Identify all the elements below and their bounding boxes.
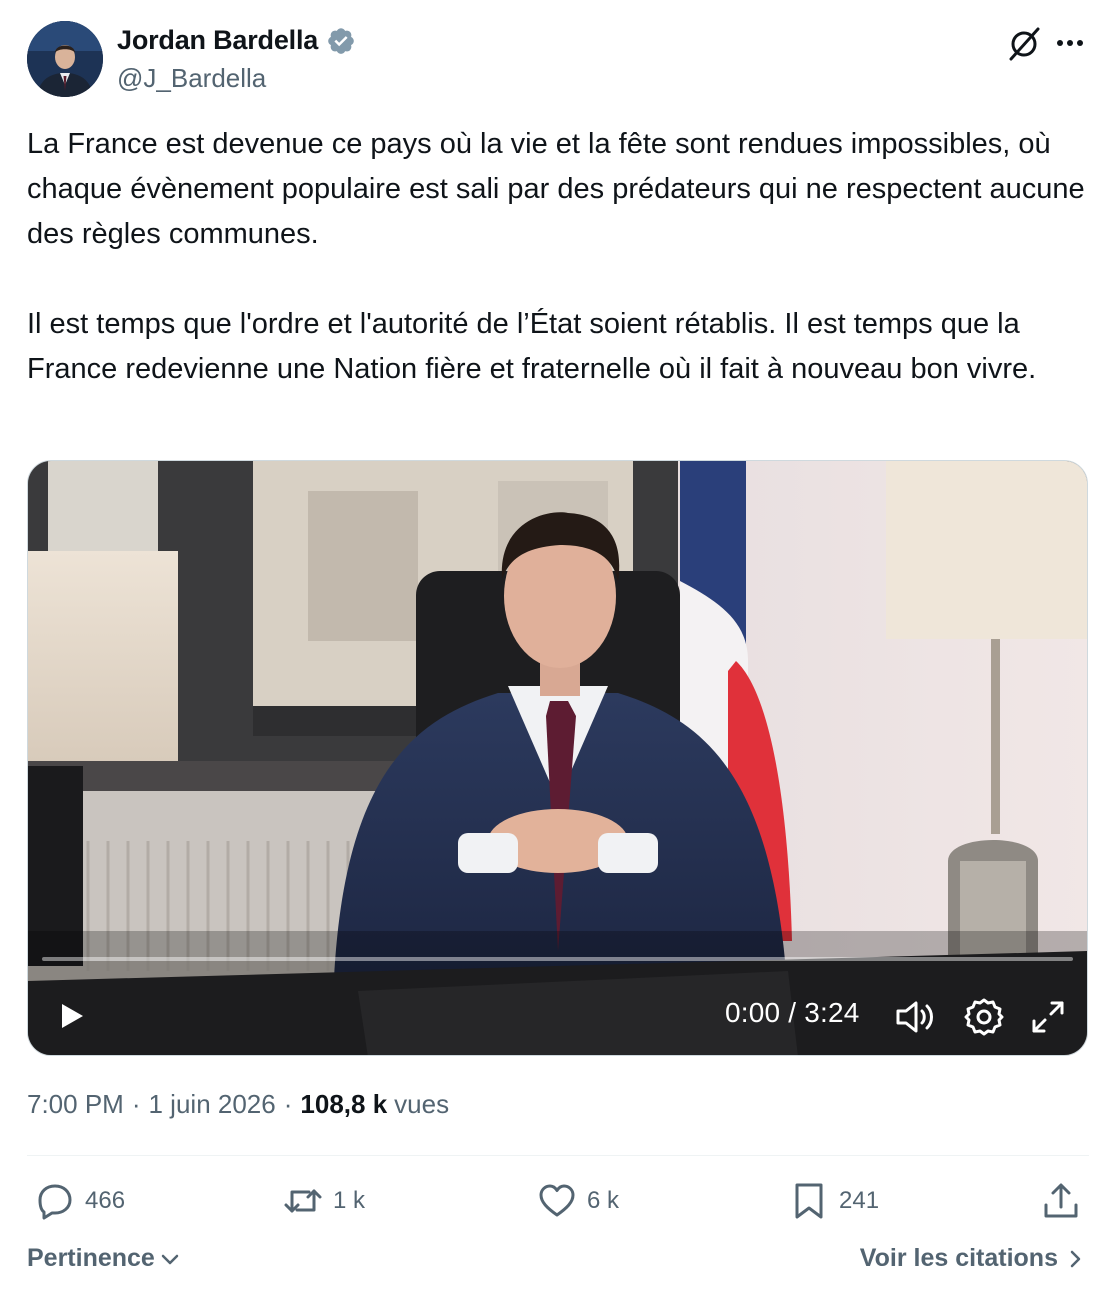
meta-separator: · <box>283 1089 293 1119</box>
chevron-down-icon <box>161 1254 179 1264</box>
video-time: 0:00 / 3:24 <box>725 997 860 1028</box>
tweet-text: La France est devenue ce pays où la vie … <box>27 128 1085 385</box>
author-handle[interactable]: @J_Bardella <box>117 63 266 94</box>
bookmark-button[interactable]: 241 <box>789 1176 879 1226</box>
play-icon[interactable] <box>54 999 88 1033</box>
views-count: 108,8 k <box>300 1089 388 1119</box>
heart-icon <box>539 1184 575 1217</box>
meta-separator: · <box>131 1089 141 1119</box>
like-count: 6 k <box>587 1187 620 1214</box>
view-quotes-link[interactable]: Voir les citations <box>860 1244 1086 1273</box>
volume-icon[interactable] <box>892 995 936 1039</box>
reply-icon <box>38 1184 72 1220</box>
divider <box>27 1155 1089 1156</box>
action-bar: 466 1 k 6 k 241 <box>27 1176 1089 1226</box>
video-thumbnail <box>28 461 1087 1055</box>
repost-icon <box>284 1189 322 1213</box>
reply-button[interactable]: 466 <box>35 1176 125 1226</box>
view-quotes-label: Voir les citations <box>859 1244 1058 1272</box>
share-button[interactable] <box>1041 1176 1081 1226</box>
views-label: vues <box>394 1089 450 1119</box>
video-player[interactable]: 0:00 / 3:24 <box>27 460 1088 1056</box>
repost-count: 1 k <box>333 1187 366 1214</box>
author-name[interactable]: Jordan Bardella <box>117 25 318 56</box>
grok-icon[interactable] <box>1003 23 1045 65</box>
chevron-right-icon <box>1070 1250 1081 1267</box>
sort-label: Pertinence <box>27 1244 155 1272</box>
tweet-date[interactable]: 1 juin 2026 <box>149 1089 276 1120</box>
bookmark-count: 241 <box>839 1187 880 1214</box>
fullscreen-icon[interactable] <box>1026 995 1070 1039</box>
sort-dropdown[interactable]: Pertinence <box>27 1244 181 1273</box>
more-options-icon[interactable] <box>1051 23 1089 65</box>
settings-icon[interactable] <box>962 995 1006 1039</box>
share-icon <box>1044 1183 1078 1218</box>
avatar[interactable] <box>27 21 103 97</box>
video-progress-bar[interactable] <box>42 957 1073 961</box>
tweet-header: Jordan Bardella @J_Bardella <box>27 21 1089 97</box>
repost-button[interactable]: 1 k <box>283 1176 365 1226</box>
tweet-time[interactable]: 7:00 PM <box>27 1089 124 1120</box>
verified-badge-icon[interactable] <box>326 26 356 56</box>
tweet-meta: 7:00 PM · 1 juin 2026 · 108,8 k vues <box>27 1089 449 1120</box>
reply-count: 466 <box>85 1187 126 1214</box>
like-button[interactable]: 6 k <box>537 1176 619 1226</box>
bookmark-icon <box>795 1183 823 1219</box>
